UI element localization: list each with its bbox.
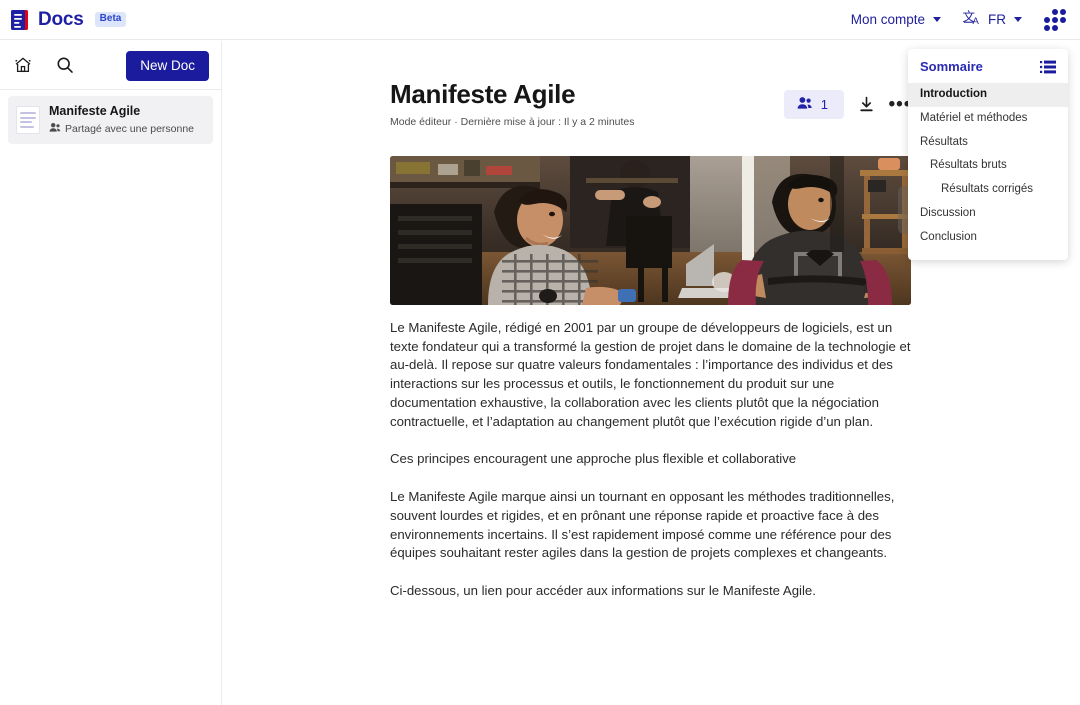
- people-icon: [49, 122, 61, 137]
- toc-item-resultats-bruts[interactable]: Résultats bruts: [908, 154, 1068, 178]
- page-title: Manifeste Agile: [390, 79, 576, 109]
- toc-item-resultats-corriges[interactable]: Résultats corrigés: [908, 178, 1068, 202]
- sidebar: New Doc Manifeste Agile Partagé avec une…: [0, 41, 222, 705]
- search-icon[interactable]: [54, 54, 76, 76]
- svg-text:A: A: [973, 16, 980, 27]
- toc-item-conclusion[interactable]: Conclusion: [908, 226, 1068, 250]
- document-subline: Mode éditeur · Dernière mise à jour : Il…: [390, 115, 635, 128]
- toc-header: Sommaire: [908, 56, 1068, 83]
- document-body: Le Manifeste Agile, rédigé en 2001 par u…: [390, 319, 917, 601]
- brand[interactable]: Docs Beta: [9, 8, 127, 32]
- paragraph: Ces principes encouragent une approche p…: [390, 451, 797, 467]
- people-icon: [797, 96, 814, 113]
- translate-icon: 文 A: [963, 9, 982, 30]
- share-button[interactable]: 1: [783, 90, 844, 119]
- account-menu[interactable]: Mon compte: [851, 12, 941, 27]
- list-bullet-icon[interactable]: [1040, 60, 1056, 74]
- paragraph: Ci-dessous, un lien pour accéder aux inf…: [390, 583, 816, 599]
- chevron-down-icon: [1014, 17, 1022, 22]
- document-image: [390, 156, 911, 305]
- document-title: Manifeste Agile: [49, 104, 141, 118]
- toc-title: Sommaire: [920, 59, 983, 74]
- document-shared-status: Partagé avec une personne: [49, 122, 194, 137]
- document-meta: Manifeste Agile Partagé avec une personn…: [49, 104, 194, 136]
- document-list: Manifeste Agile Partagé avec une personn…: [0, 90, 221, 150]
- language-menu[interactable]: 文 A FR: [963, 9, 1022, 30]
- share-count: 1: [820, 97, 828, 112]
- home-icon[interactable]: [12, 54, 34, 76]
- toc-item-introduction[interactable]: Introduction: [908, 83, 1068, 107]
- brand-name: Docs: [38, 8, 84, 30]
- paragraph: Le Manifeste Agile marque ainsi un tourn…: [390, 489, 895, 561]
- apps-grid-icon[interactable]: [1044, 8, 1066, 31]
- new-doc-button[interactable]: New Doc: [126, 51, 209, 81]
- language-code: FR: [988, 12, 1006, 27]
- table-of-contents-panel: Sommaire Introduction Matériel et méthod…: [908, 49, 1068, 260]
- chevron-down-icon: [933, 17, 941, 22]
- document-toolbar: 1 •••: [783, 90, 912, 119]
- document-shared-label: Partagé avec une personne: [65, 122, 195, 135]
- sidebar-actions: New Doc: [0, 41, 221, 89]
- beta-badge: Beta: [94, 12, 127, 27]
- toc-item-materiel-et-methodes[interactable]: Matériel et méthodes: [908, 107, 1068, 131]
- document-header: Manifeste Agile Mode éditeur · Dernière …: [390, 79, 912, 128]
- top-bar: Docs Beta Mon compte 文 A FR: [0, 0, 1080, 40]
- toc-item-discussion[interactable]: Discussion: [908, 202, 1068, 226]
- list-item[interactable]: Manifeste Agile Partagé avec une personn…: [8, 96, 213, 145]
- document-lines-icon: [9, 8, 31, 32]
- document-icon: [16, 106, 40, 135]
- account-menu-label: Mon compte: [850, 12, 925, 27]
- download-icon[interactable]: [854, 93, 878, 117]
- toc-item-resultats[interactable]: Résultats: [908, 131, 1068, 155]
- document-heading-group: Manifeste Agile Mode éditeur · Dernière …: [390, 79, 784, 128]
- top-bar-right: Mon compte 文 A FR: [851, 8, 1066, 31]
- paragraph: Le Manifeste Agile, rédigé en 2001 par u…: [390, 320, 911, 429]
